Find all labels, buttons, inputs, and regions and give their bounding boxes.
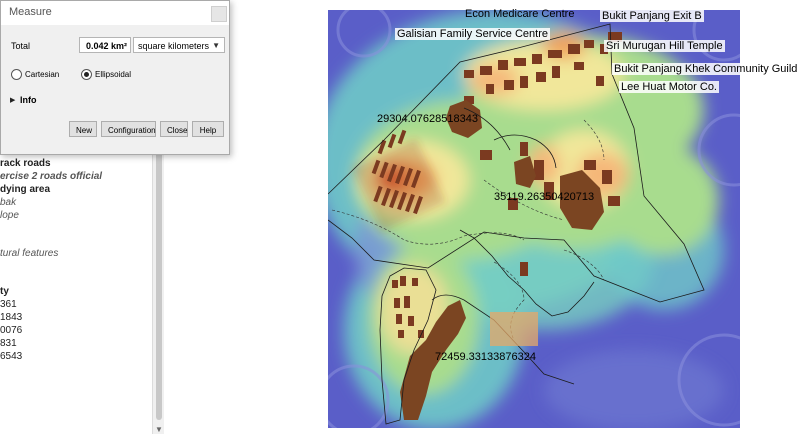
layer-item[interactable]: 1843 bbox=[0, 312, 22, 323]
configuration-button[interactable]: Configuration bbox=[101, 121, 156, 137]
close-icon[interactable] bbox=[211, 6, 227, 22]
layer-item[interactable]: rack roads bbox=[0, 158, 51, 169]
map-label-bukit-panjang-exit: Bukit Panjang Exit B bbox=[600, 10, 704, 22]
layer-item[interactable]: ercise 2 roads official bbox=[0, 171, 102, 182]
layer-item[interactable]: lope bbox=[0, 210, 19, 221]
area-measure-label: 29304.07628518343 bbox=[377, 113, 478, 125]
unit-select-value: square kilometers bbox=[138, 41, 210, 51]
layer-item[interactable]: 831 bbox=[0, 338, 17, 349]
radio-cartesian[interactable] bbox=[11, 69, 22, 80]
layer-item[interactable]: 0076 bbox=[0, 325, 22, 336]
map-label-econ-medicare: Econ Medicare Centre bbox=[465, 8, 575, 20]
radio-cartesian-label: Cartesian bbox=[25, 70, 60, 79]
total-label: Total bbox=[11, 41, 31, 51]
close-button[interactable]: Close bbox=[160, 121, 188, 137]
info-section-label[interactable]: Info bbox=[20, 95, 37, 105]
map-label-khek-guild: Bukit Panjang Khek Community Guild bbox=[612, 63, 800, 75]
map-label-galisian: Galisian Family Service Centre bbox=[395, 28, 550, 40]
layer-item[interactable]: ty bbox=[0, 286, 9, 297]
new-button[interactable]: New bbox=[69, 121, 97, 137]
radio-ellipsoidal-label: Ellipsoidal bbox=[95, 70, 132, 79]
chevron-down-icon: ▼ bbox=[212, 41, 220, 50]
layer-item[interactable]: 361 bbox=[0, 299, 17, 310]
layer-item[interactable]: tural features bbox=[0, 248, 58, 259]
map-label-sri-murugan: Sri Murugan Hill Temple bbox=[604, 40, 725, 52]
measure-dialog: Measure Total 0.042 km² square kilometer… bbox=[0, 0, 230, 155]
unit-select[interactable]: square kilometers ▼ bbox=[133, 37, 225, 53]
expand-arrow-icon[interactable]: ▶ bbox=[10, 96, 15, 104]
map-canvas[interactable]: Econ Medicare Centre Bukit Panjang Exit … bbox=[164, 0, 800, 434]
radio-ellipsoidal[interactable] bbox=[81, 69, 92, 80]
map-label-lee-huat: Lee Huat Motor Co. bbox=[619, 81, 719, 93]
layer-item[interactable]: 6543 bbox=[0, 351, 22, 362]
area-measure-label: 72459.33133876324 bbox=[435, 351, 536, 363]
dialog-title: Measure bbox=[9, 6, 52, 18]
layer-item[interactable]: dying area bbox=[0, 184, 50, 195]
area-measure-label: 35119.26350420713 bbox=[494, 191, 595, 203]
layer-item[interactable]: bak bbox=[0, 197, 16, 208]
scroll-down-icon[interactable]: ▼ bbox=[155, 425, 163, 434]
total-value-field: 0.042 km² bbox=[79, 37, 131, 53]
help-button[interactable]: Help bbox=[192, 121, 224, 137]
dialog-titlebar[interactable]: Measure bbox=[1, 1, 229, 25]
